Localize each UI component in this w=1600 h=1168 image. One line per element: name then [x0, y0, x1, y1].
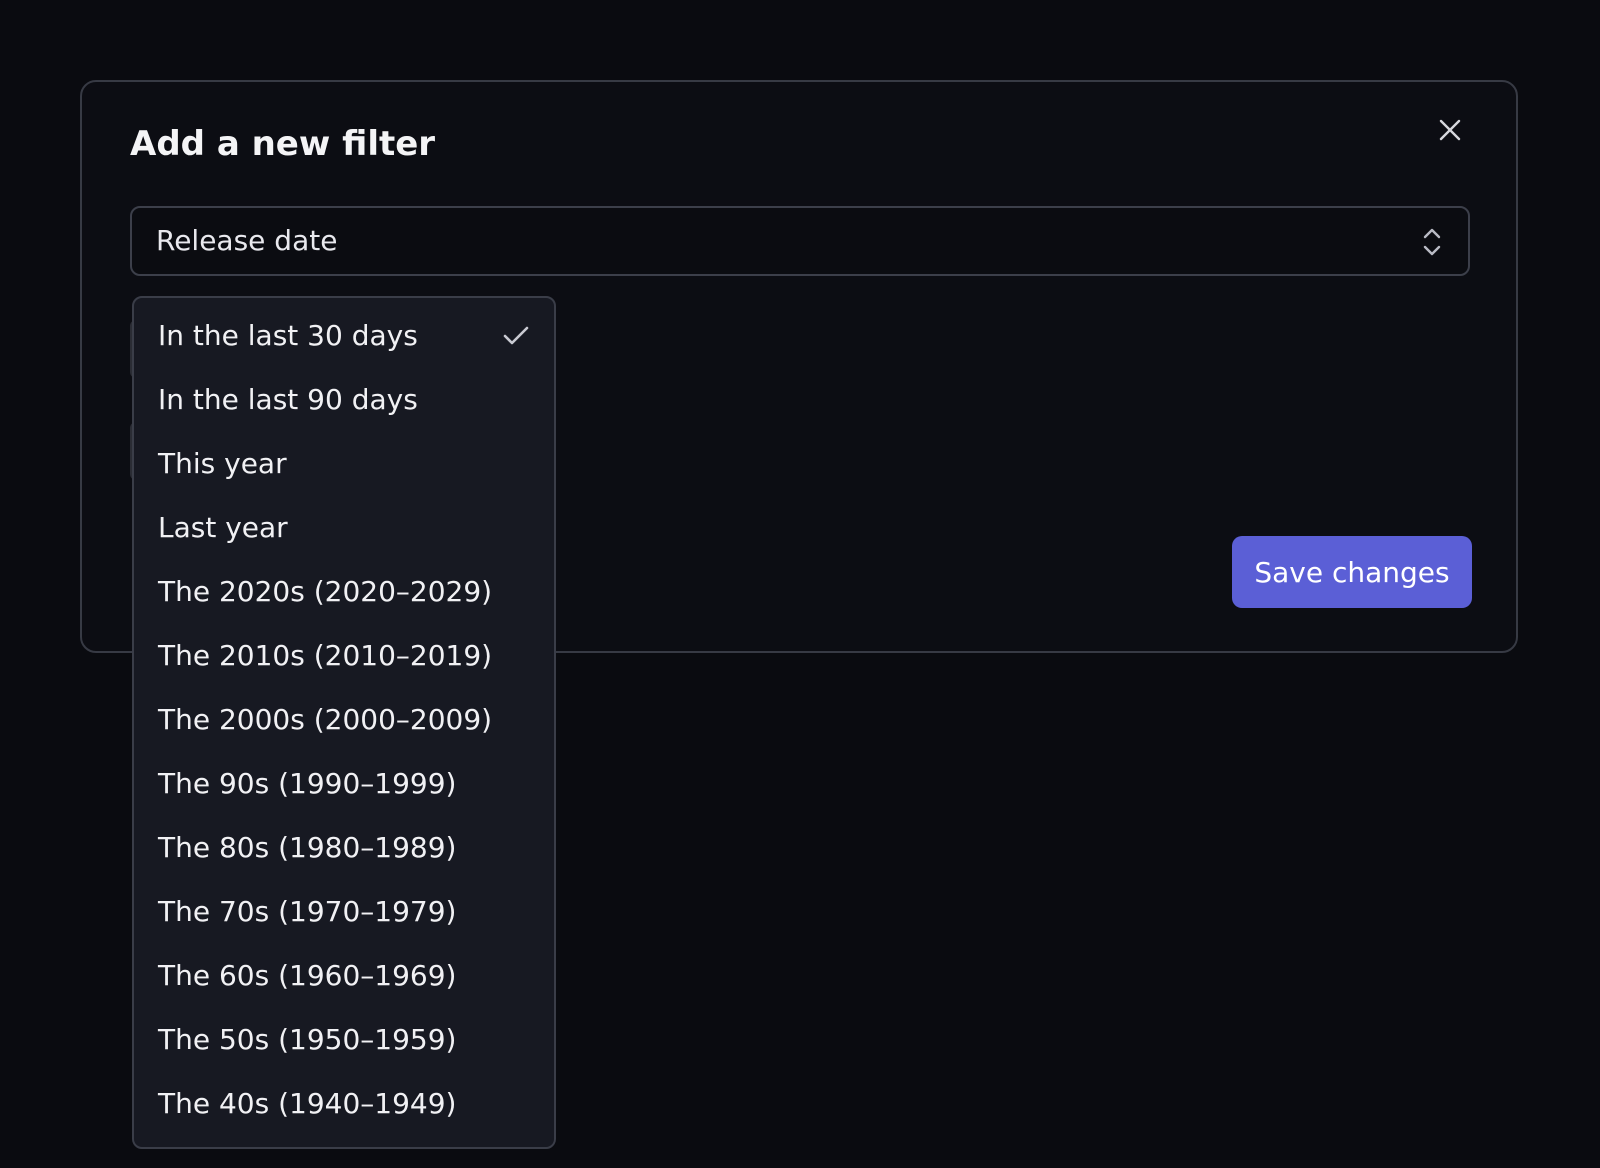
dropdown-option-label: The 80s (1980–1989)	[158, 831, 457, 864]
release-date-dropdown: In the last 30 days In the last 90 days Th…	[132, 296, 556, 1149]
filter-type-select[interactable]: Release date	[130, 206, 1470, 276]
dropdown-option[interactable]: The 2010s (2010–2019)	[134, 624, 554, 688]
dropdown-option-label: The 40s (1940–1949)	[158, 1087, 457, 1120]
dropdown-option[interactable]: In the last 30 days	[134, 304, 554, 368]
dropdown-option[interactable]: In the last 90 days	[134, 368, 554, 432]
dropdown-option-label: The 50s (1950–1959)	[158, 1023, 457, 1056]
dropdown-option[interactable]: Last year	[134, 496, 554, 560]
close-button[interactable]	[1430, 110, 1470, 150]
dropdown-option-label: The 2000s (2000–2009)	[158, 703, 493, 736]
dropdown-option[interactable]: The 2000s (2000–2009)	[134, 688, 554, 752]
dropdown-option-label: The 2010s (2010–2019)	[158, 639, 493, 672]
dropdown-option-label: The 90s (1990–1999)	[158, 767, 457, 800]
dropdown-option[interactable]: The 60s (1960–1969)	[134, 944, 554, 1008]
save-changes-button[interactable]: Save changes	[1232, 536, 1472, 608]
dropdown-option-label: Last year	[158, 511, 288, 544]
dropdown-option[interactable]: The 70s (1970–1979)	[134, 880, 554, 944]
chevron-up-down-icon	[1423, 228, 1441, 256]
dropdown-option-label: The 60s (1960–1969)	[158, 959, 457, 992]
modal-title: Add a new filter	[130, 124, 436, 164]
dropdown-option-label: In the last 30 days	[158, 319, 418, 352]
dropdown-option-label: The 2020s (2020–2029)	[158, 575, 493, 608]
dropdown-option[interactable]: The 50s (1950–1959)	[134, 1008, 554, 1072]
checkmark-icon	[503, 326, 529, 345]
filter-type-value: Release date	[156, 224, 338, 257]
dropdown-option[interactable]: This year	[134, 432, 554, 496]
dropdown-option[interactable]: The 40s (1940–1949)	[134, 1072, 554, 1136]
dropdown-option[interactable]: The 80s (1980–1989)	[134, 816, 554, 880]
close-icon	[1439, 119, 1461, 141]
dropdown-option-label: This year	[158, 447, 287, 480]
dropdown-option[interactable]: The 90s (1990–1999)	[134, 752, 554, 816]
page: Add a new filter Release date Save chang…	[0, 0, 1600, 1168]
dropdown-option-label: In the last 90 days	[158, 383, 418, 416]
dropdown-option-label: The 70s (1970–1979)	[158, 895, 457, 928]
dropdown-option[interactable]: The 2020s (2020–2029)	[134, 560, 554, 624]
